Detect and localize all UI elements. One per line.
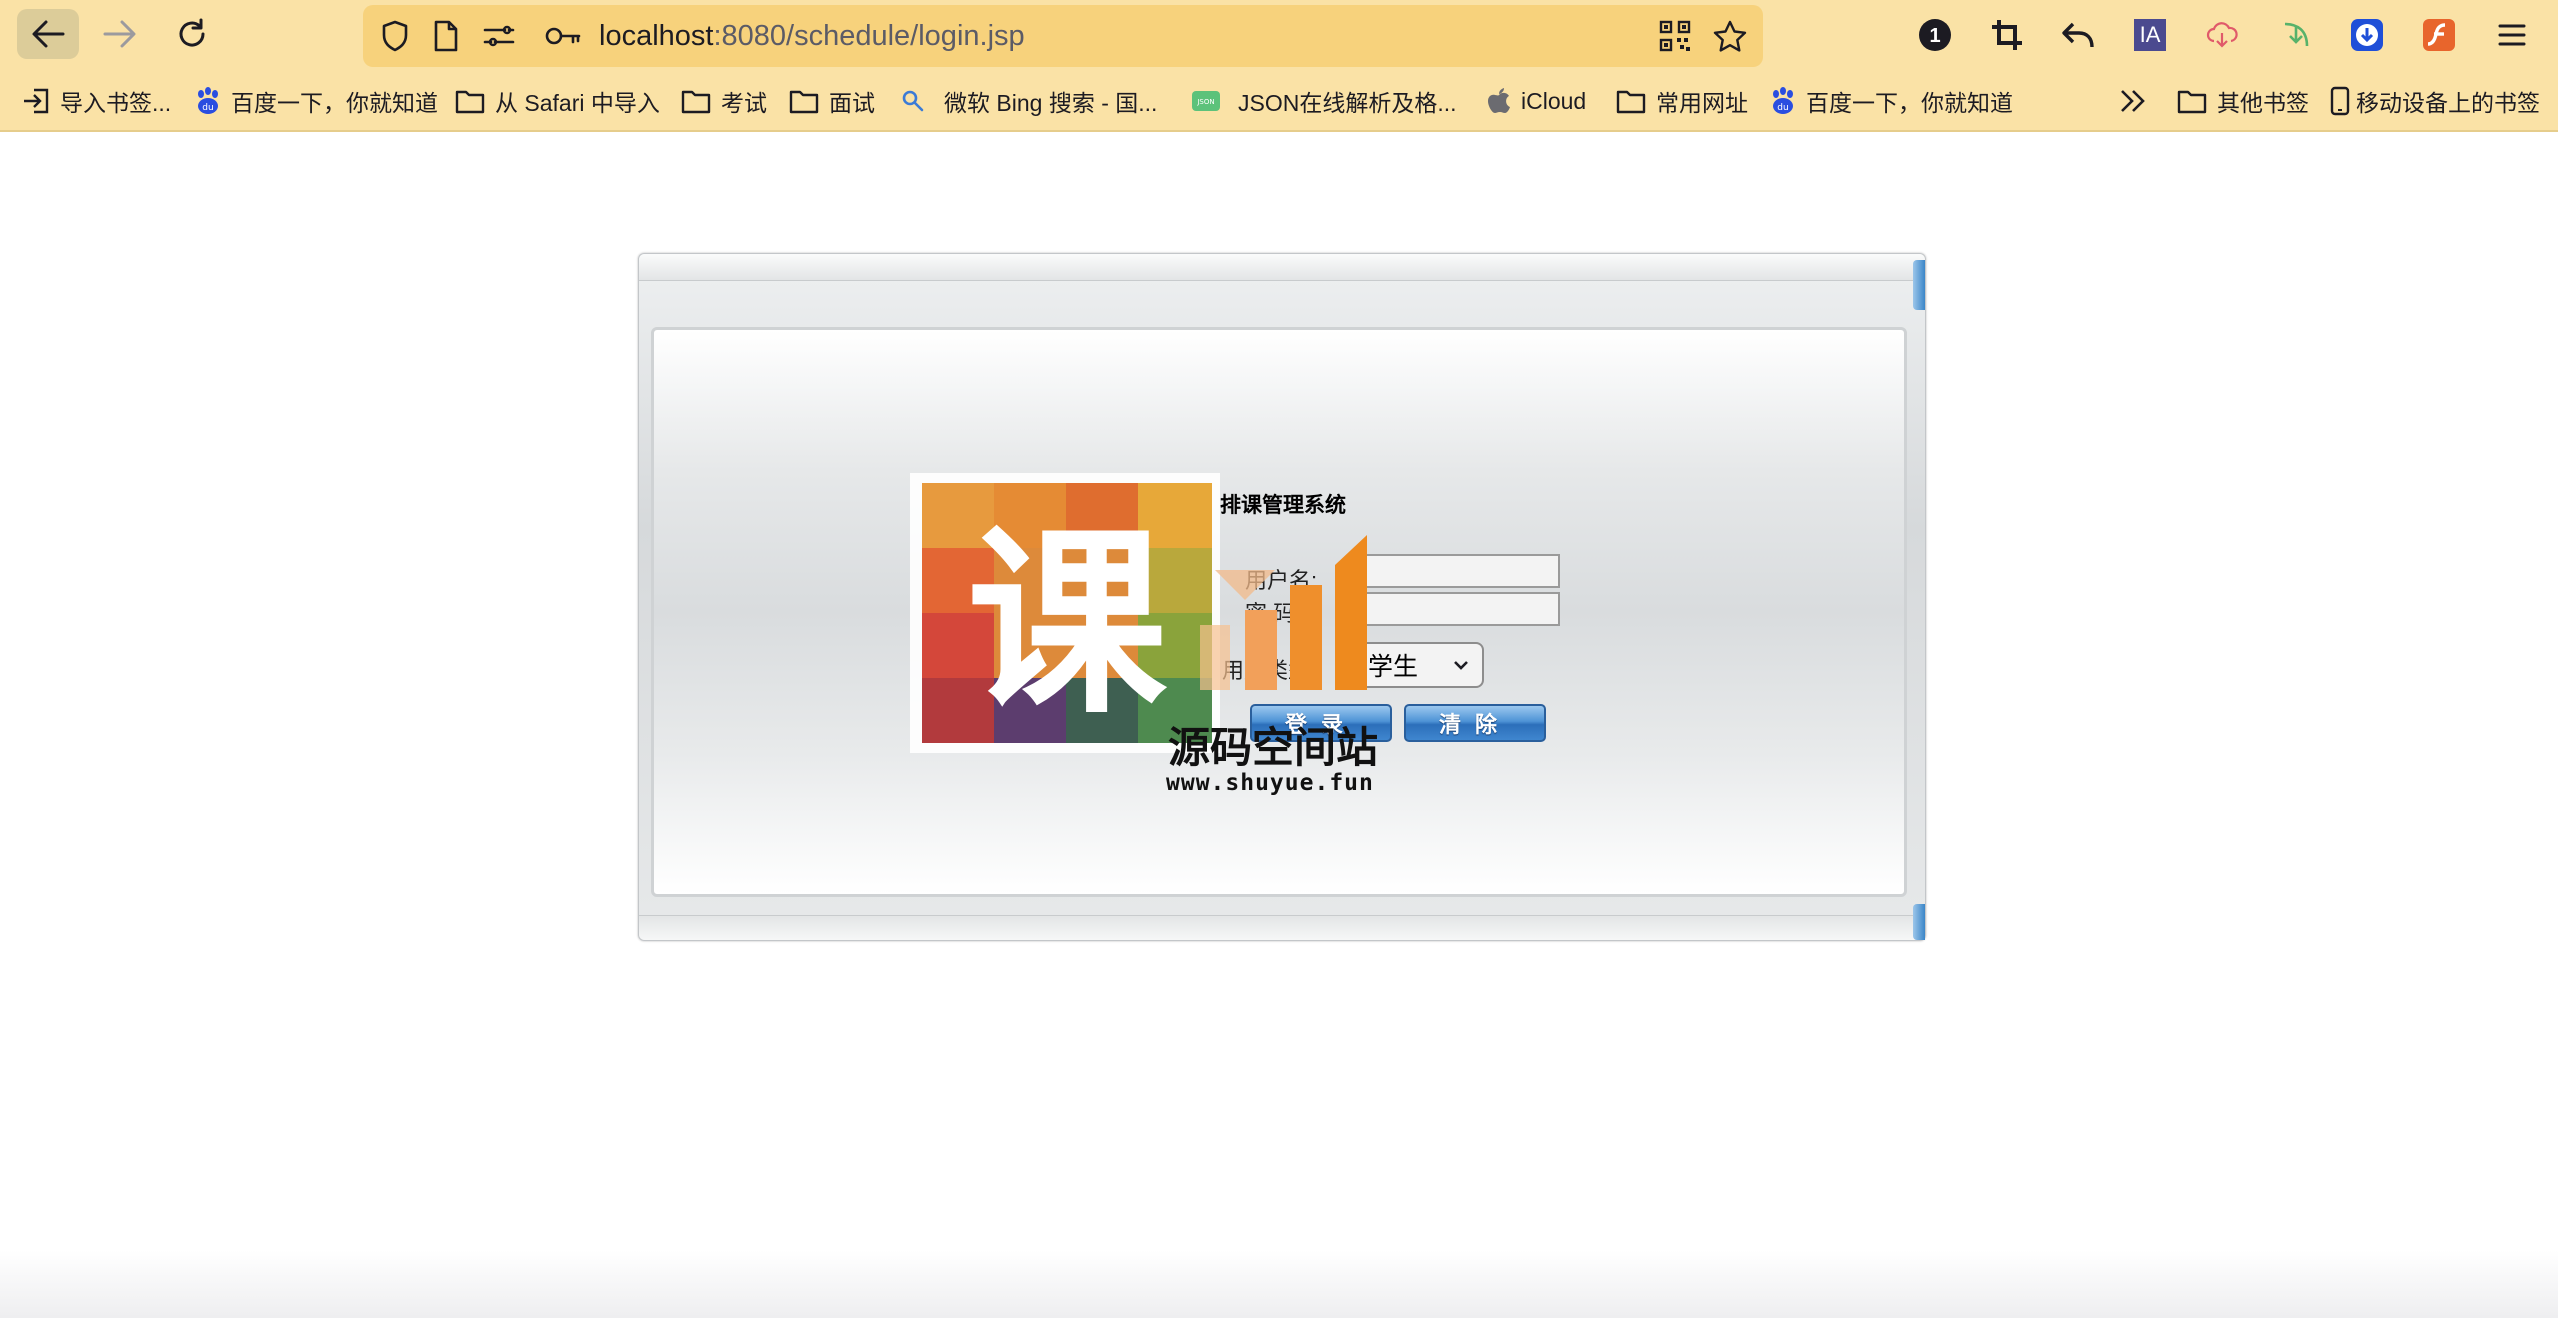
svg-text:du: du (202, 103, 213, 113)
baidu-icon: du (1770, 87, 1796, 115)
watermark-site-name: 源码空间站 (1168, 724, 1379, 771)
watermark-site-url: www.shuyue.fun (1166, 770, 1374, 796)
bookmarks-overflow-button[interactable] (2118, 70, 2148, 132)
bookmark-other-folder[interactable]: 其他书签 (2177, 70, 2309, 132)
logo-char: 课 (967, 508, 1168, 741)
chevron-down-icon (1454, 661, 1468, 670)
bookmark-label: 其他书签 (2217, 90, 2309, 116)
key-icon[interactable] (545, 5, 581, 67)
baidu-icon: du (195, 87, 221, 115)
folder-icon (2177, 88, 2207, 114)
qr-code-icon[interactable] (1659, 5, 1691, 67)
bookmark-exam-folder[interactable]: 考试 (681, 70, 767, 132)
folder-icon (1616, 88, 1646, 114)
url-host: localhost (599, 20, 714, 52)
watermark-signal-bars (1200, 535, 1367, 690)
bookmark-label: 常用网址 (1656, 90, 1748, 116)
flash-icon[interactable] (2415, 11, 2463, 59)
svg-text:du: du (1777, 103, 1788, 113)
arrow-left-icon (32, 20, 65, 48)
arrow-right-icon (103, 20, 136, 48)
apple-icon (1487, 87, 1511, 115)
folder-icon (681, 88, 711, 114)
bookmark-label: JSON在线解析及格... (1238, 90, 1457, 116)
bookmark-baidu-1[interactable]: du 百度一下，你就知道 (195, 70, 438, 132)
chevron-double-right-icon (2118, 88, 2148, 114)
bookmark-icloud[interactable]: iCloud (1487, 70, 1586, 132)
clear-button[interactable]: 清除 (1404, 704, 1546, 742)
bookmark-json[interactable]: JSON JSON在线解析及格... (1192, 70, 1457, 132)
bookmark-label: 面试 (829, 90, 875, 116)
bookmark-label: 考试 (721, 90, 767, 116)
bookmark-import[interactable]: 导入书签... (22, 70, 171, 132)
mobile-icon (2330, 86, 2350, 116)
download-manager-icon[interactable] (2343, 11, 2391, 59)
back-button[interactable] (17, 9, 79, 59)
bookmark-label: 微软 Bing 搜索 - 国... (944, 90, 1158, 116)
page-icon[interactable] (433, 5, 459, 67)
reload-icon (179, 18, 205, 47)
search-icon (900, 88, 926, 114)
bookmark-safari-folder[interactable]: 从 Safari 中导入 (455, 70, 660, 132)
undo-icon[interactable] (2054, 11, 2102, 59)
page-bottom-edge (0, 1250, 2558, 1318)
url-path: :8080/schedule/login.jsp (713, 20, 1025, 52)
reload-button[interactable] (161, 9, 223, 59)
bookmark-mobile-folder[interactable]: 移动设备上的书签 (2330, 70, 2540, 132)
import-icon (22, 87, 50, 115)
bookmark-interview-folder[interactable]: 面试 (789, 70, 875, 132)
frame-top-bar (639, 254, 1925, 281)
watermark-logo: 课 (910, 473, 1220, 753)
bookmark-label: 百度一下，你就知道 (1806, 90, 2013, 116)
cloud-download-icon[interactable] (2198, 11, 2246, 59)
browser-toolbar: localhost:8080/schedule/login.jsp 1 IA (0, 0, 2558, 70)
bookmark-label: 移动设备上的书签 (2356, 90, 2540, 116)
folder-icon (455, 88, 485, 114)
url-bar[interactable]: localhost:8080/schedule/login.jsp (363, 5, 1763, 67)
bookmark-label: 从 Safari 中导入 (495, 90, 660, 116)
crop-icon[interactable] (1983, 11, 2031, 59)
permissions-icon[interactable] (483, 5, 515, 67)
bookmark-label: iCloud (1521, 87, 1587, 114)
bookmark-baidu-2[interactable]: du 百度一下，你就知道 (1770, 70, 2013, 132)
json-icon: JSON (1192, 91, 1220, 111)
ia-icon[interactable]: IA (2126, 11, 2174, 59)
bookmark-star-icon[interactable] (1713, 5, 1747, 67)
forward-button[interactable] (89, 9, 151, 59)
bookmark-label: 百度一下，你就知道 (231, 90, 438, 116)
bookmark-bing[interactable]: 微软 Bing 搜索 - 国... (900, 70, 1157, 132)
bookmark-common-folder[interactable]: 常用网址 (1616, 70, 1748, 132)
menu-icon[interactable] (2488, 11, 2536, 59)
bookmark-label: 导入书签... (60, 90, 172, 116)
frame-scroll-tab-top (1913, 260, 1925, 310)
frame-bottom-bar (639, 915, 1925, 940)
frame-scroll-tab-bottom (1913, 904, 1925, 940)
password-manager-icon[interactable]: 1 (1911, 11, 1959, 59)
url-text[interactable]: localhost:8080/schedule/login.jsp (599, 5, 1025, 67)
shield-icon[interactable] (380, 5, 410, 67)
svg-text:JSON: JSON (1196, 98, 1214, 106)
bookmarks-bar: 导入书签... du 百度一下，你就知道 从 Safari 中导入 考试 面试 … (0, 70, 2558, 132)
folder-icon (789, 88, 819, 114)
leaf-download-icon[interactable] (2272, 11, 2320, 59)
badge-count: 1 (1929, 25, 1940, 47)
ia-label: IA (2134, 19, 2166, 51)
